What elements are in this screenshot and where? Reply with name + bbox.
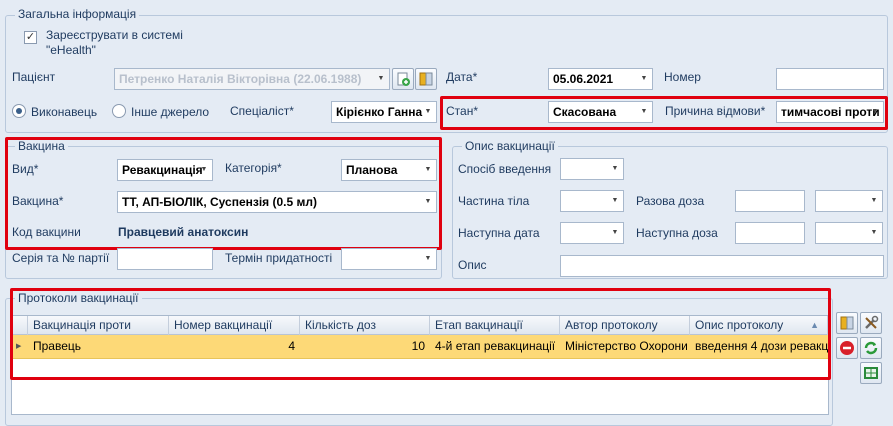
- number-input[interactable]: [776, 68, 884, 90]
- other-source-label: Інше джерело: [131, 105, 210, 119]
- chevron-down-icon: ▼: [870, 229, 878, 236]
- patient-field[interactable]: Петренко Наталія Вікторівна (22.06.1988)…: [114, 68, 390, 90]
- patient-label: Пацієнт: [12, 70, 56, 84]
- next-dose-unit-select[interactable]: ▼: [815, 222, 883, 244]
- book-icon: [840, 316, 854, 330]
- open-protocol-button[interactable]: [836, 312, 858, 334]
- number-label: Номер: [664, 70, 701, 84]
- next-dose-input[interactable]: [735, 222, 805, 244]
- batch-input[interactable]: [117, 248, 213, 270]
- specialist-label: Спеціаліст*: [230, 104, 294, 118]
- method-label: Спосіб введення: [458, 162, 552, 176]
- chevron-down-icon: ▼: [424, 108, 432, 115]
- chevron-down-icon: ▼: [870, 197, 878, 204]
- desc-label: Опис: [458, 258, 487, 272]
- register-ehealth-label-2: "eHealth": [46, 43, 96, 57]
- spreadsheet-icon: [864, 367, 878, 379]
- other-source-radio[interactable]: [112, 104, 126, 118]
- refresh-icon: [864, 341, 878, 355]
- chevron-down-icon: ▼: [640, 75, 648, 82]
- refresh-button[interactable]: [860, 337, 882, 359]
- register-ehealth-label: Зареєструвати в системі: [46, 28, 183, 42]
- next-dose-label: Наступна доза: [636, 226, 718, 240]
- batch-label: Серія та № партії: [12, 251, 110, 265]
- settings-button[interactable]: [860, 312, 882, 334]
- date-label: Дата*: [446, 70, 478, 84]
- method-select[interactable]: ▼: [560, 158, 624, 180]
- tools-icon: [865, 315, 879, 329]
- description-legend: Опис вакцинації: [462, 139, 558, 153]
- no-entry-icon: [840, 341, 854, 355]
- patient-add-button[interactable]: [392, 68, 414, 90]
- patient-card-button[interactable]: [415, 68, 437, 90]
- general-info-legend: Загальна інформація: [15, 7, 140, 21]
- executor-label: Виконавець: [31, 105, 98, 119]
- date-field[interactable]: 05.06.2021 ▼: [548, 68, 653, 90]
- chevron-down-icon: ▼: [611, 165, 619, 172]
- chevron-down-icon: ▼: [611, 197, 619, 204]
- highlight-vaccine: [5, 137, 442, 250]
- single-dose-label: Разова доза: [636, 194, 705, 208]
- expiry-label: Термін придатності: [225, 251, 333, 265]
- chevron-down-icon: ▼: [424, 255, 432, 262]
- export-button[interactable]: [860, 362, 882, 384]
- register-ehealth-checkbox[interactable]: ✓: [24, 31, 37, 44]
- executor-radio[interactable]: [12, 104, 26, 118]
- add-document-icon: [397, 72, 410, 86]
- body-part-label: Частина тіла: [458, 194, 530, 208]
- next-date-label: Наступна дата: [458, 226, 540, 240]
- single-dose-input[interactable]: [735, 190, 805, 212]
- single-dose-unit-select[interactable]: ▼: [815, 190, 883, 212]
- next-date-select[interactable]: ▼: [560, 222, 624, 244]
- delete-button[interactable]: [836, 337, 858, 359]
- book-icon: [419, 72, 433, 86]
- highlight-protocols: [10, 288, 831, 380]
- body-part-select[interactable]: ▼: [560, 190, 624, 212]
- chevron-down-icon: ▼: [377, 75, 385, 82]
- expiry-select[interactable]: ▼: [341, 248, 437, 270]
- chevron-down-icon: ▼: [611, 229, 619, 236]
- specialist-select[interactable]: Кірієнко Ганна ▼: [331, 101, 437, 123]
- highlight-state-reason: [440, 96, 888, 130]
- desc-input[interactable]: [560, 255, 884, 277]
